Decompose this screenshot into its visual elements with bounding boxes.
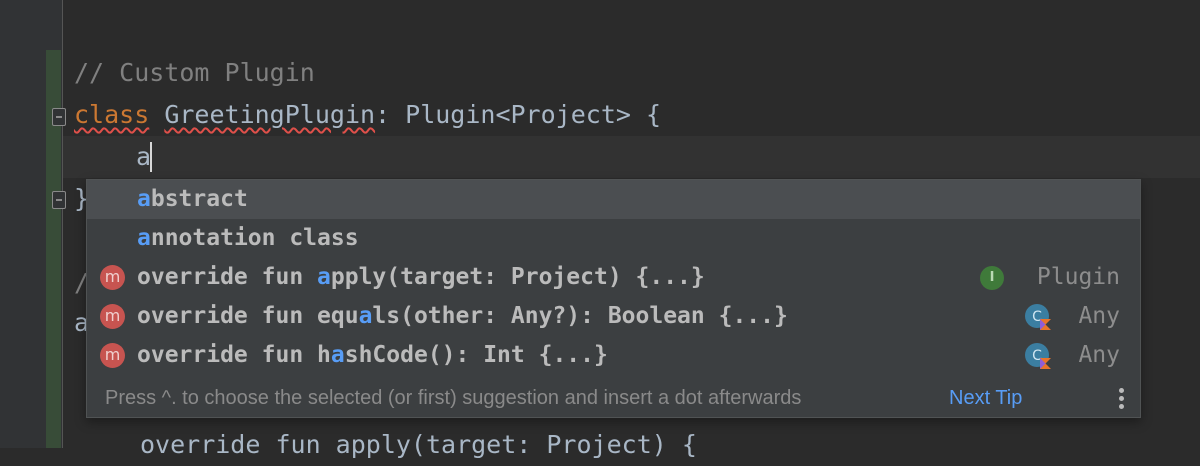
fold-collapse-icon[interactable] [52,108,66,126]
kotlin-class-icon: C [1025,304,1051,330]
completion-label: ls(other: Any?): Boolean {...} [372,303,788,329]
completion-item-annotation-class[interactable]: annotation class [87,219,1140,258]
completion-item-hashcode[interactable]: m override fun hashCode(): Int {...} C A… [87,336,1140,375]
completion-type: Plugin [1036,264,1120,290]
completion-item-abstract[interactable]: abstract [87,180,1140,219]
class-name: GreetingPlugin [164,100,376,129]
completion-label: bstract [150,186,248,212]
match-highlight: a [137,225,151,251]
text-caret [150,142,152,172]
completion-item-apply[interactable]: m override fun apply(target: Project) {.… [87,258,1140,297]
class-declaration-line[interactable]: class GreetingPlugin: Plugin<Project> { [74,94,661,136]
class-keyword: class [74,100,150,129]
class-supertype: : Plugin<Project> { [375,100,662,129]
code-completion-popup: abstract annotation class m override fun… [86,179,1141,418]
completion-footer: Press ^. to choose the selected (or firs… [87,380,1140,417]
completion-type: Any [1078,303,1120,329]
match-highlight: a [330,342,345,368]
current-line-highlight [63,136,1200,178]
match-highlight: a [137,186,151,212]
method-icon: m [100,304,125,329]
completion-label: shCode(): Int {...} [344,342,608,368]
fold-end-icon[interactable] [52,191,66,209]
method-icon: m [100,343,125,368]
method-icon: m [100,265,125,290]
typed-text[interactable]: a [136,136,151,178]
kotlin-class-icon: C [1025,343,1051,369]
completion-label: nnotation class [150,225,359,251]
completion-prefix: override fun equ [137,303,359,329]
next-tip-link[interactable]: Next Tip [949,380,1022,417]
match-highlight: a [358,303,373,329]
footer-tip-text: Press ^. to choose the selected (or firs… [105,387,802,409]
completion-prefix: override fun [137,264,318,290]
interface-icon: I [980,266,1004,290]
completion-label: pply(target: Project) {...} [330,264,705,290]
code-comment: // Custom Plugin [74,58,315,87]
completion-type: Any [1078,342,1120,368]
completion-prefix: override fun h [137,342,331,368]
match-highlight: a [317,264,331,290]
more-options-icon[interactable] [1119,388,1125,410]
gutter-divider [62,0,63,448]
completion-item-equals[interactable]: m override fun equals(other: Any?): Bool… [87,297,1140,336]
code-line-partial: override fun apply(target: Project) { [140,430,697,459]
